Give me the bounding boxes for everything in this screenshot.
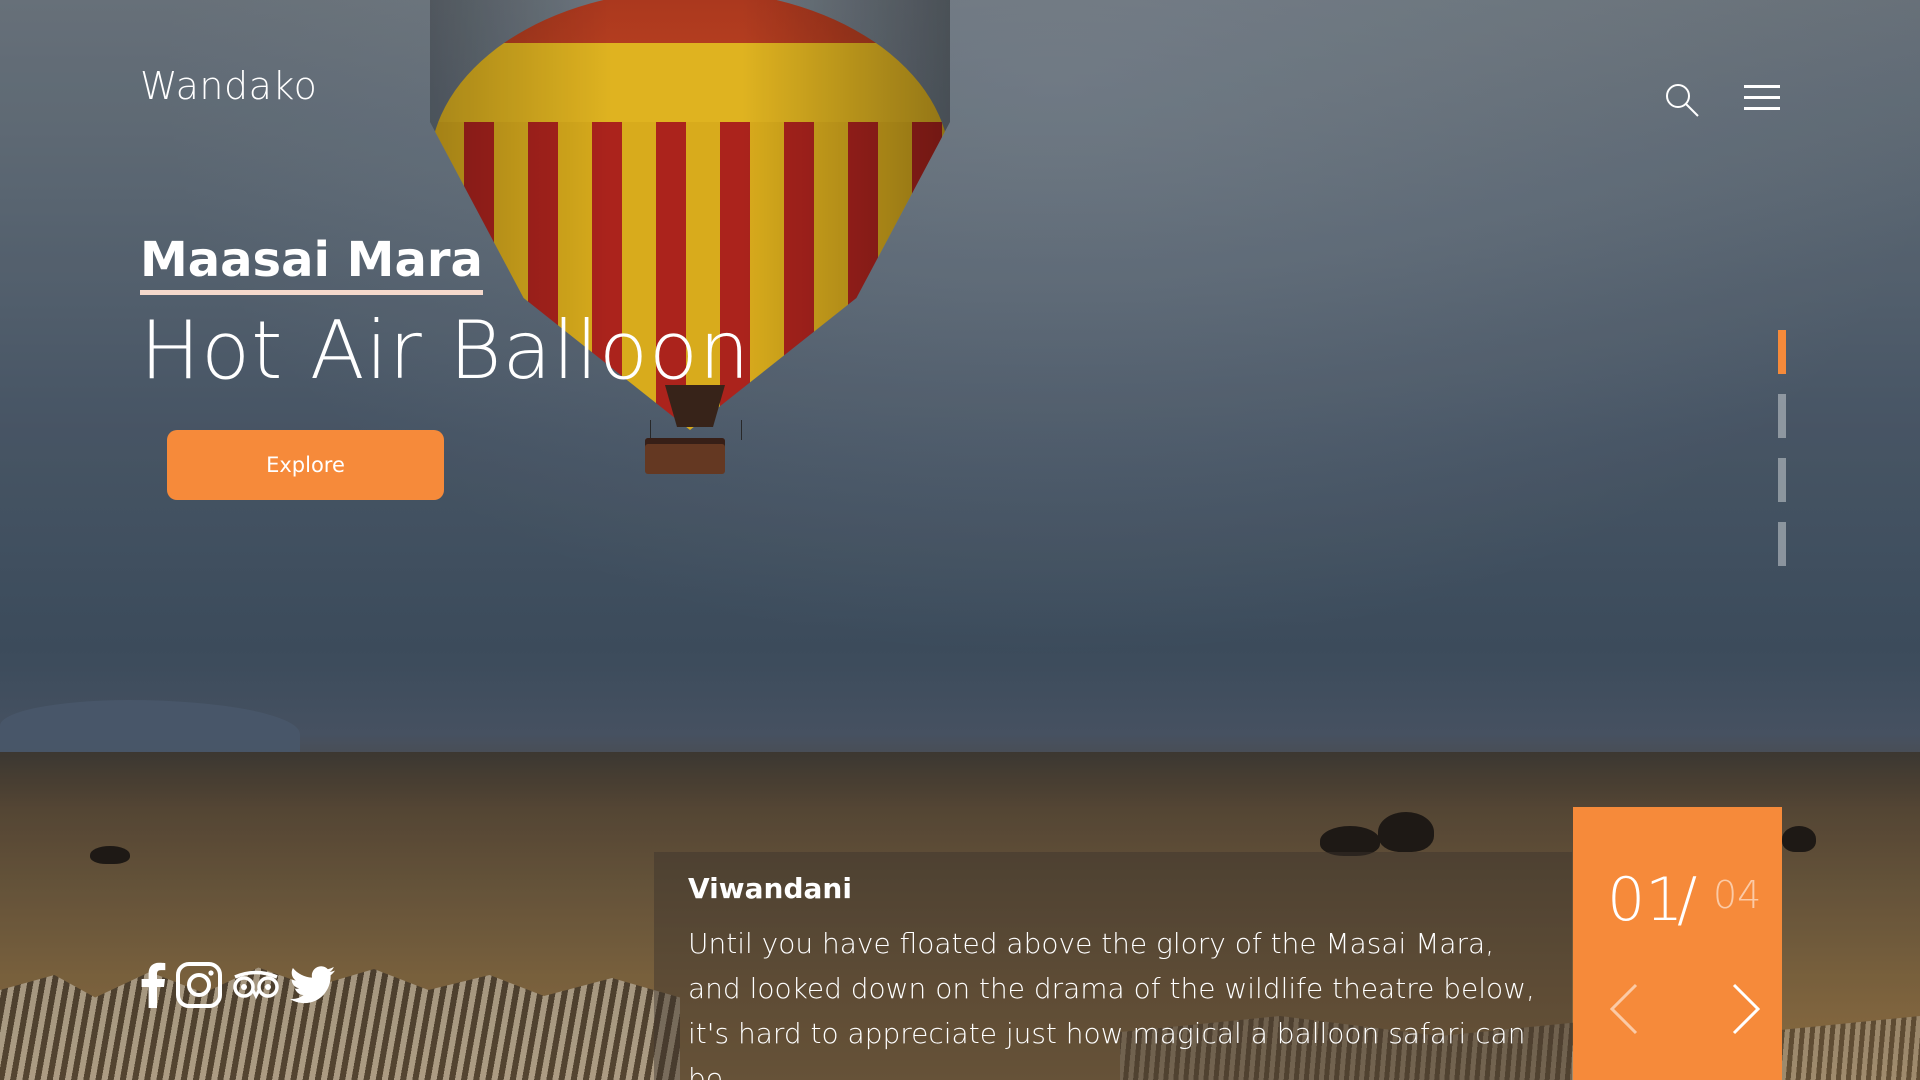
page-title: Hot Air Balloon xyxy=(140,304,751,397)
search-button[interactable] xyxy=(1660,78,1704,122)
slide-counter: 01 / 04 xyxy=(1573,807,1782,1080)
next-slide-button[interactable] xyxy=(1721,979,1771,1039)
twitter-icon[interactable] xyxy=(290,966,336,1004)
brand-logo[interactable]: Wandako xyxy=(140,64,317,108)
slide-separator: / xyxy=(1677,865,1698,935)
pager-indicator-1[interactable] xyxy=(1778,330,1786,374)
chevron-left-icon xyxy=(1609,983,1638,1035)
card-description: Until you have floated above the glory o… xyxy=(688,927,1535,1080)
instagram-icon[interactable] xyxy=(176,962,222,1008)
location-subtitle: Maasai Mara xyxy=(140,232,483,295)
current-slide-number: 01 xyxy=(1607,865,1684,935)
tripadvisor-icon[interactable] xyxy=(232,970,280,1000)
explore-button[interactable]: Explore xyxy=(167,430,444,500)
search-icon xyxy=(1666,84,1699,117)
total-slides-number: 04 xyxy=(1713,873,1762,917)
hero-section: Wandako Maasai Mara Hot Air Balloon Expl… xyxy=(0,0,1920,1080)
previous-slide-button[interactable] xyxy=(1599,979,1649,1039)
chevron-right-icon xyxy=(1732,983,1761,1035)
facebook-icon[interactable] xyxy=(140,962,166,1008)
pager-indicator-2[interactable] xyxy=(1778,394,1786,438)
slide-pager xyxy=(1778,330,1786,586)
info-card: Viwandani Until you have floated above t… xyxy=(654,852,1572,1080)
menu-button[interactable] xyxy=(1740,76,1784,120)
social-links xyxy=(140,962,336,1008)
hamburger-menu-icon xyxy=(1744,85,1780,110)
pager-indicator-3[interactable] xyxy=(1778,458,1786,502)
card-title: Viwandani xyxy=(688,872,852,905)
pager-indicator-4[interactable] xyxy=(1778,522,1786,566)
